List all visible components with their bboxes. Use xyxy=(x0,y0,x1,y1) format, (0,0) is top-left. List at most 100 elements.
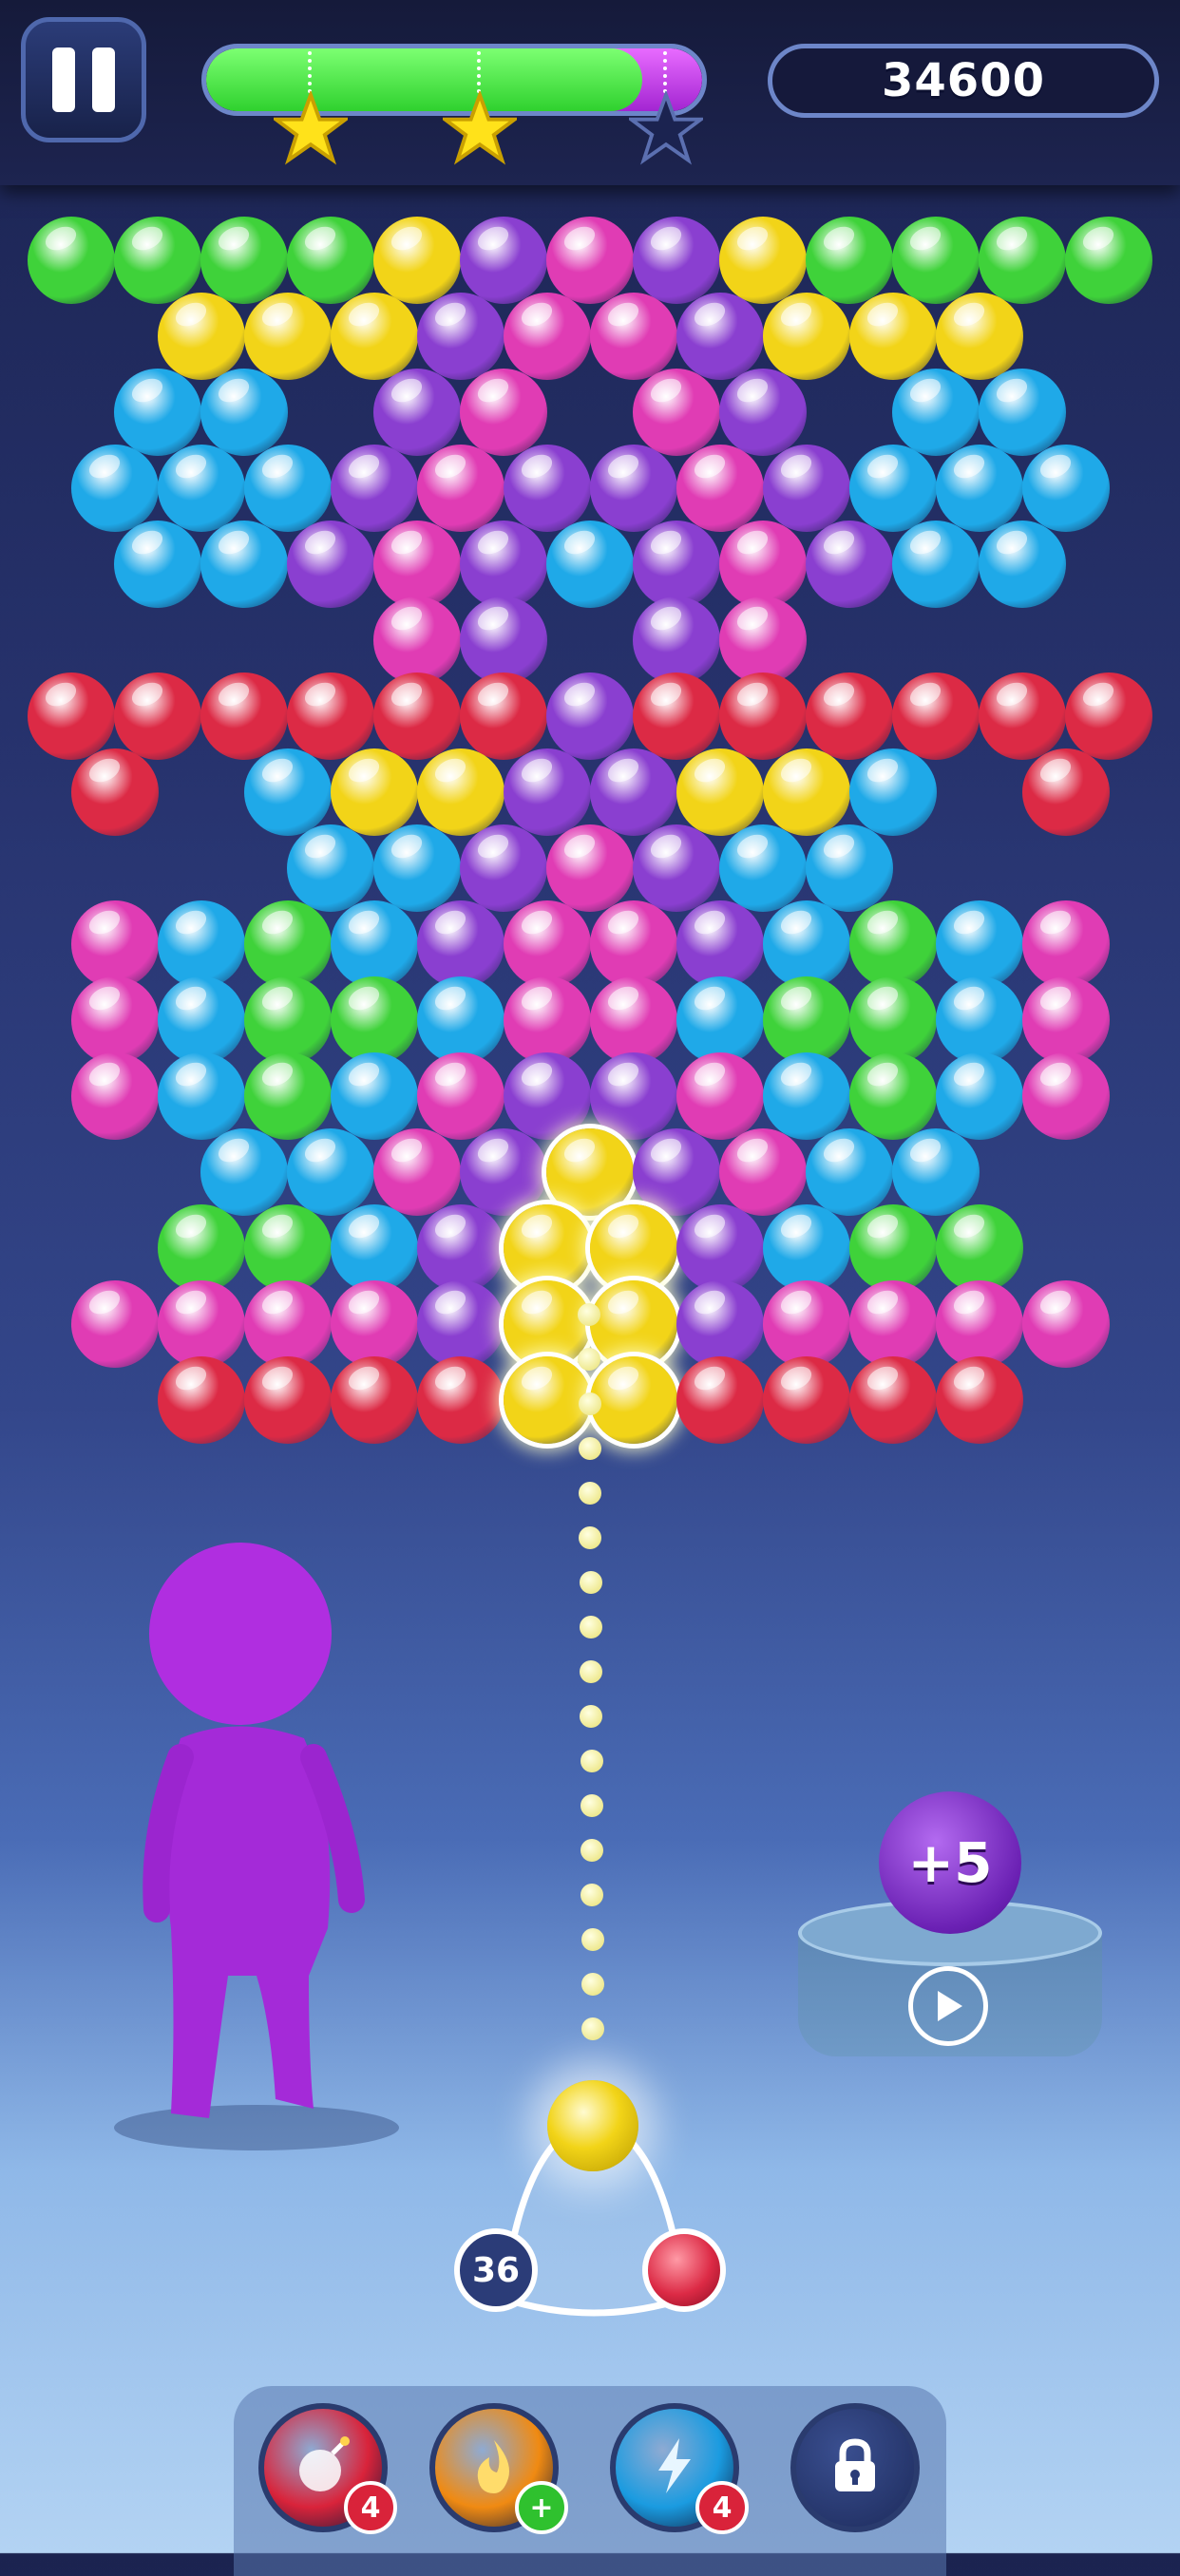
powerup-count-badge: 4 xyxy=(695,2481,749,2534)
pause-icon-bar xyxy=(52,47,75,112)
bubble xyxy=(762,900,850,988)
top-bar: 34600 xyxy=(0,0,1180,185)
bubble xyxy=(935,976,1023,1064)
bubble xyxy=(848,1280,937,1368)
bubble xyxy=(373,824,461,912)
bubble xyxy=(416,445,504,532)
bubble-grid xyxy=(0,0,1180,1482)
lock-icon xyxy=(822,2433,888,2503)
bubble xyxy=(806,824,893,912)
current-bubble[interactable] xyxy=(547,2080,638,2171)
bubble xyxy=(243,900,332,988)
bubble xyxy=(633,672,720,760)
aim-dot xyxy=(580,1839,603,1862)
bubble xyxy=(373,1128,461,1216)
bubble xyxy=(416,1052,504,1140)
bubble xyxy=(287,217,374,304)
bubble xyxy=(1021,1052,1110,1140)
bubble xyxy=(287,521,374,608)
powerup-locked-button[interactable] xyxy=(790,2403,920,2532)
bubble xyxy=(546,672,634,760)
bubble xyxy=(70,900,159,988)
bubble xyxy=(676,1204,764,1292)
bubble xyxy=(935,1052,1023,1140)
bubble xyxy=(200,1128,288,1216)
bubble xyxy=(589,1204,677,1292)
bubble xyxy=(200,672,288,760)
bubble xyxy=(243,976,332,1064)
bubble xyxy=(546,217,634,304)
aim-dot xyxy=(579,1526,602,1549)
bubble xyxy=(589,445,677,532)
bubbles-remaining-counter: 36 xyxy=(454,2228,538,2312)
bubble xyxy=(633,369,720,456)
bubble xyxy=(935,900,1023,988)
bubble xyxy=(330,976,418,1064)
pause-button[interactable] xyxy=(21,17,146,142)
bubble xyxy=(806,672,893,760)
bubble xyxy=(243,1204,332,1292)
play-icon[interactable] xyxy=(908,1966,988,2046)
bubble xyxy=(503,748,591,836)
bubble xyxy=(589,1280,677,1368)
bubble xyxy=(330,1204,418,1292)
bubble xyxy=(1065,217,1152,304)
bubble xyxy=(979,672,1066,760)
bubble xyxy=(114,521,201,608)
aim-dot xyxy=(578,1437,601,1460)
bubble xyxy=(762,445,850,532)
bubble xyxy=(848,900,937,988)
add-powerup-badge[interactable]: + xyxy=(515,2481,568,2534)
bubble xyxy=(633,521,720,608)
bubble xyxy=(503,900,591,988)
bubble xyxy=(200,521,288,608)
bubble xyxy=(848,748,937,836)
aim-dot xyxy=(580,1973,604,1996)
bubble xyxy=(70,976,159,1064)
bubble xyxy=(848,1204,937,1292)
bubble xyxy=(892,369,980,456)
powerup-count-badge: 4 xyxy=(344,2481,397,2534)
progress-fill xyxy=(206,48,643,111)
bubble xyxy=(1021,976,1110,1064)
bubble xyxy=(243,1356,332,1444)
bubble xyxy=(1021,748,1110,836)
bubble xyxy=(157,1280,245,1368)
bubble xyxy=(848,976,937,1064)
bubble xyxy=(719,824,807,912)
aim-dot xyxy=(580,1750,603,1772)
bubble xyxy=(935,1204,1023,1292)
bubble xyxy=(416,1280,504,1368)
bubble xyxy=(935,1356,1023,1444)
bubble xyxy=(589,900,677,988)
bubble xyxy=(848,445,937,532)
bubble xyxy=(676,1356,764,1444)
bubble xyxy=(416,1356,504,1444)
bubble xyxy=(935,293,1023,380)
bubble xyxy=(676,1280,764,1368)
bubble xyxy=(114,369,201,456)
bomb-icon xyxy=(290,2433,356,2503)
bubble xyxy=(762,1280,850,1368)
bubble xyxy=(979,217,1066,304)
purple-character xyxy=(114,1543,399,2150)
bubble xyxy=(589,1052,677,1140)
bubble xyxy=(1021,900,1110,988)
bubble xyxy=(373,597,461,684)
aim-dot xyxy=(578,1303,600,1326)
bubble xyxy=(70,748,159,836)
bubble xyxy=(546,521,634,608)
plus-five-bubble[interactable]: +5 xyxy=(879,1791,1021,1934)
next-bubble[interactable] xyxy=(642,2228,726,2312)
pause-icon-bar xyxy=(92,47,115,112)
fire-icon xyxy=(461,2433,527,2503)
bubble xyxy=(416,293,504,380)
bubble xyxy=(762,976,850,1064)
bubble xyxy=(157,445,245,532)
bubble xyxy=(70,1280,159,1368)
bubble xyxy=(503,1356,591,1444)
bubble xyxy=(762,1356,850,1444)
aim-dot xyxy=(578,1392,601,1415)
bubble xyxy=(373,521,461,608)
bubble xyxy=(633,597,720,684)
